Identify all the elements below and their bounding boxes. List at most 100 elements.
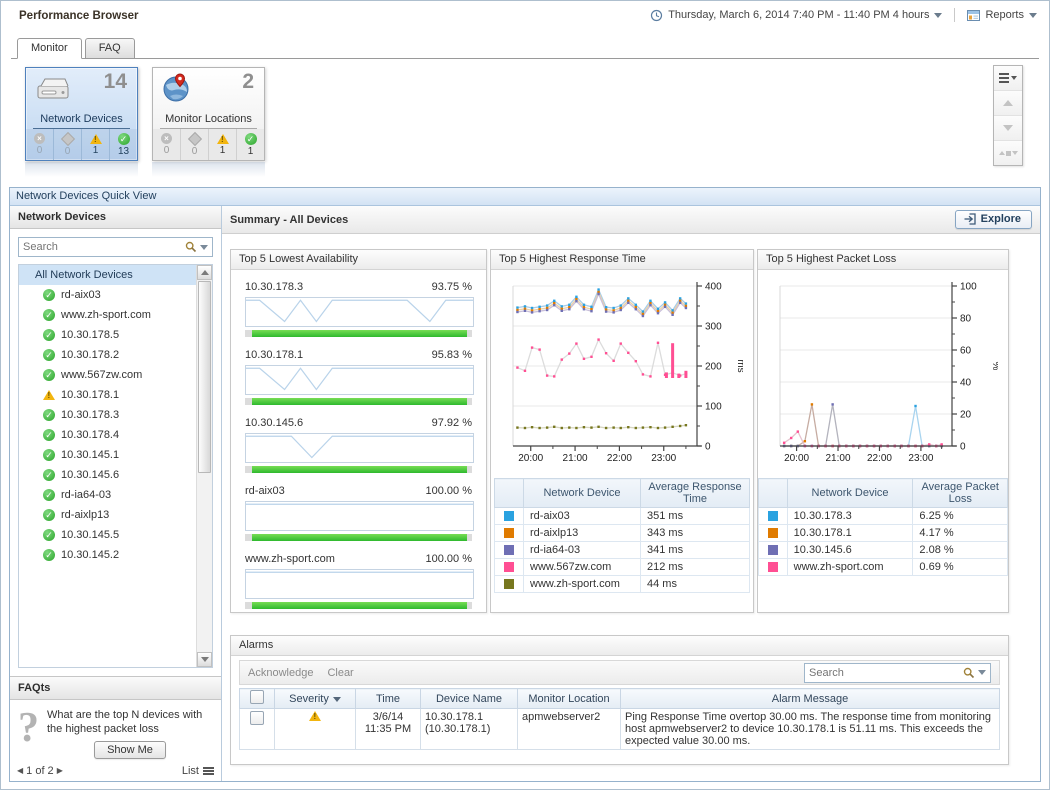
arrow-down-icon (201, 657, 209, 662)
sidebar-item-rd-aixlp13[interactable]: ✓rd-aixlp13 (19, 505, 197, 525)
table-row[interactable]: 10.30.178.36.25 % (759, 508, 1008, 525)
column-header: Severity (275, 689, 356, 709)
search-icon (963, 667, 975, 679)
show-me-button[interactable]: Show Me (94, 741, 166, 759)
tile-status-summary: ×001✓13 (26, 129, 137, 160)
tab-faq[interactable]: FAQ (85, 38, 135, 59)
svg-text:100: 100 (705, 402, 722, 413)
status-cell-normal: ✓1 (236, 129, 264, 160)
sidebar-item-rd-aix03[interactable]: ✓rd-aix03 (19, 285, 197, 305)
availability-list: 10.30.178.393.75 %10.30.178.195.83 %10.3… (231, 281, 486, 609)
sidebar-item-www-567zw-com[interactable]: ✓www.567zw.com (19, 365, 197, 385)
table-row[interactable]: rd-aix03351 ms (495, 508, 750, 525)
select-all-checkbox[interactable] (250, 690, 264, 704)
availability-item: 10.30.145.697.92 % (245, 417, 472, 473)
status-warning-icon (90, 134, 102, 144)
status-cell-warning: 1 (81, 129, 109, 160)
scroll-up-button[interactable] (197, 265, 212, 280)
sidebar-item-10-30-178-4[interactable]: ✓10.30.178.4 (19, 425, 197, 445)
scroll-down-button[interactable] (197, 652, 212, 667)
svg-text:400: 400 (705, 282, 722, 293)
availability-bar-fill (252, 330, 468, 337)
availability-device: 10.30.178.1 (245, 349, 303, 365)
table-row[interactable]: 10.30.178.14.17 % (759, 525, 1008, 542)
chevron-down-icon (1011, 76, 1017, 80)
faqts-list-button[interactable]: List (182, 765, 214, 777)
sidebar-item-label: rd-aixlp13 (61, 509, 109, 521)
sidebar-item-10-30-178-1[interactable]: 10.30.178.1 (19, 385, 197, 405)
tab-monitor[interactable]: Monitor (17, 38, 82, 59)
sidebar-item-10-30-145-1[interactable]: ✓10.30.145.1 (19, 445, 197, 465)
table-row[interactable]: www.567zw.com212 ms (495, 559, 750, 576)
table-row[interactable]: 10.30.145.62.08 % (759, 542, 1008, 559)
tile-monitor-locations[interactable]: 2 Monitor Locations ×001✓1 (152, 67, 265, 161)
move-up-button[interactable] (994, 90, 1022, 115)
sidebar-item-label: 10.30.178.5 (61, 329, 119, 341)
explore-button[interactable]: Explore (955, 210, 1032, 229)
sidebar-item-label: 10.30.178.1 (61, 389, 119, 401)
sidebar-item-10-30-145-6[interactable]: ✓10.30.145.6 (19, 465, 197, 485)
svg-text:ms: ms (735, 359, 743, 372)
quick-view-title: Network Devices Quick View (10, 188, 1040, 206)
device-search-button[interactable] (180, 238, 212, 256)
scrollbar-thumb[interactable] (198, 281, 211, 473)
value-cell: 44 ms (641, 576, 750, 593)
move-down-button[interactable] (994, 115, 1022, 140)
sort-caret-icon[interactable] (333, 697, 341, 702)
svg-text:200: 200 (705, 362, 722, 373)
highest-response-time-panel: Top 5 Highest Response Time 010020030040… (490, 249, 754, 613)
sort-order-button[interactable] (994, 140, 1022, 165)
sidebar-item-10-30-178-3[interactable]: ✓10.30.178.3 (19, 405, 197, 425)
table-row[interactable]: www.zh-sport.com44 ms (495, 576, 750, 593)
clear-button[interactable]: Clear (327, 667, 353, 679)
tile-count: 14 (104, 70, 127, 94)
device-cell: rd-aixlp13 (524, 525, 641, 542)
summary-title: Summary - All Devices (230, 214, 348, 226)
device-list-scrollbar[interactable] (196, 265, 212, 667)
sidebar-item-10-30-145-2[interactable]: ✓10.30.145.2 (19, 545, 197, 565)
sort-menu-button[interactable] (994, 66, 1022, 90)
alarms-search-button[interactable] (958, 664, 990, 682)
sidebar-item-label: rd-ia64-03 (61, 489, 111, 501)
legend-cell (759, 542, 788, 559)
availability-value: 97.92 % (432, 417, 472, 433)
status-normal-icon: ✓ (43, 529, 55, 541)
tile-row: 14 Network Devices ×001✓13 2 Monitor Loc… (25, 67, 265, 161)
sidebar-item-10-30-145-5[interactable]: ✓ 10.30.145.5 (19, 525, 197, 545)
value-cell: 341 ms (641, 542, 750, 559)
availability-sparkline (245, 297, 474, 327)
table-row[interactable]: rd-aixlp13343 ms (495, 525, 750, 542)
value-cell: 6.25 % (913, 508, 1008, 525)
pager-next-icon[interactable]: ▶ (57, 766, 63, 776)
tile-network-devices[interactable]: 14 Network Devices ×001✓13 (25, 67, 138, 161)
sidebar-item-10-30-178-2[interactable]: ✓10.30.178.2 (19, 345, 197, 365)
sidebar-item-www-zh-sport-com[interactable]: ✓www.zh-sport.com (19, 305, 197, 325)
sidebar-item-label: All Network Devices (35, 269, 133, 281)
availability-bar (245, 398, 472, 405)
table-row[interactable]: rd-ia64-03341 ms (495, 542, 750, 559)
sort-order-icon (999, 151, 1018, 156)
time-range-selector[interactable]: Thursday, March 6, 2014 7:40 PM - 11:40 … (650, 9, 942, 22)
sidebar-item-rd-ia64-03[interactable]: ✓rd-ia64-03 (19, 485, 197, 505)
pager-prev-icon[interactable]: ◀ (17, 766, 23, 776)
svg-text:100: 100 (960, 282, 977, 293)
status-critical-icon (187, 131, 201, 145)
sidebar-item-10-30-178-5[interactable]: ✓10.30.178.5 (19, 325, 197, 345)
time-range-caret-icon (934, 13, 942, 18)
header-divider (954, 8, 955, 22)
alarms-search-input[interactable] (805, 667, 958, 679)
status-warning-icon (309, 711, 321, 721)
device-search-input[interactable] (19, 241, 180, 253)
lowest-availability-panel: Top 5 Lowest Availability 10.30.178.393.… (230, 249, 487, 613)
sidebar-item-label: 10.30.145.5 (61, 529, 119, 541)
reports-label: Reports (985, 9, 1024, 21)
sidebar-item-all-network-devices[interactable]: All Network Devices (19, 265, 197, 285)
alarm-checkbox[interactable] (250, 711, 264, 725)
acknowledge-button[interactable]: Acknowledge (248, 667, 313, 679)
series-color-chip (504, 528, 514, 538)
arrow-up-icon (1003, 100, 1013, 106)
table-row[interactable]: www.zh-sport.com0.69 % (759, 559, 1008, 576)
reports-menu[interactable]: Reports (967, 9, 1037, 21)
alarm-row[interactable]: 3/6/14 11:35 PM10.30.178.1 (10.30.178.1)… (240, 709, 1000, 750)
svg-text:0: 0 (960, 442, 966, 453)
